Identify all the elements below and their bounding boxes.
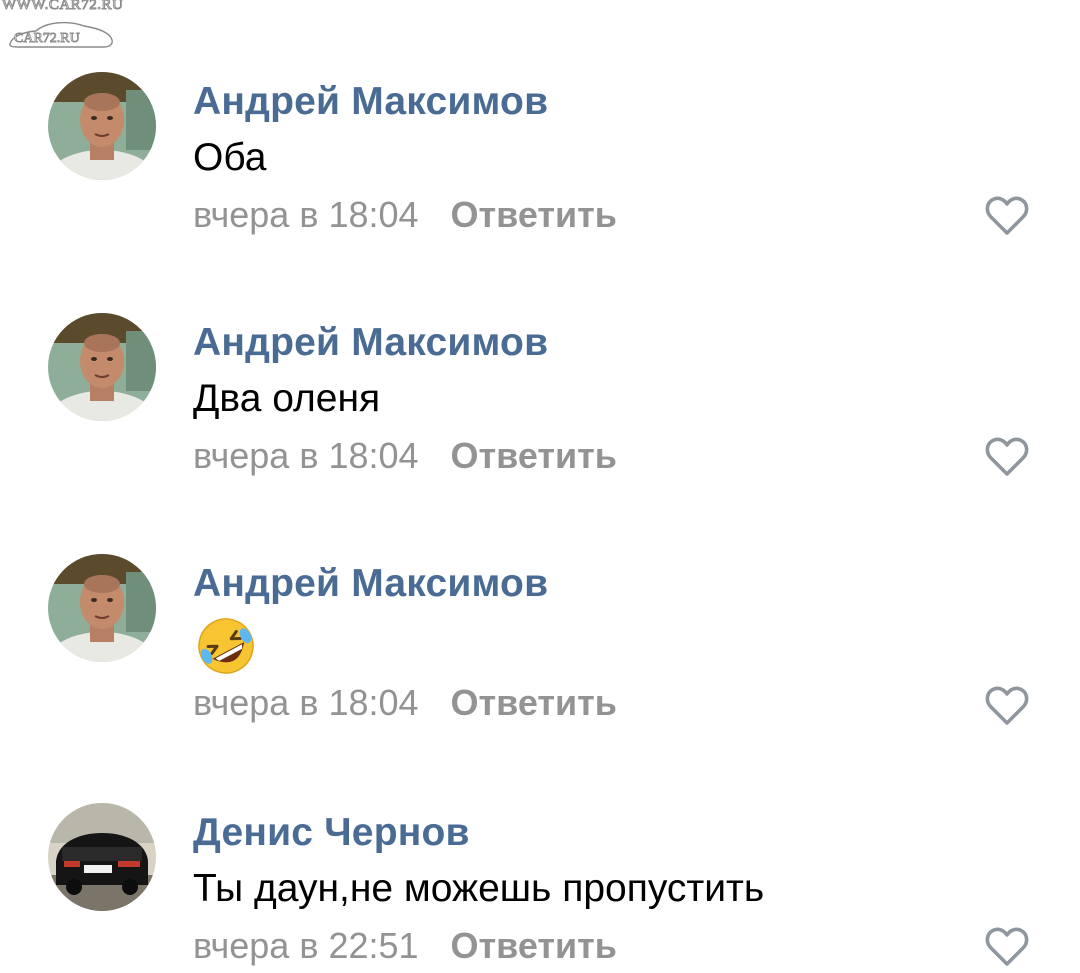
comment-text: Ты даун,не можешь пропустить bbox=[193, 867, 765, 910]
reply-button[interactable]: Ответить bbox=[451, 682, 617, 723]
heart-outline-icon[interactable] bbox=[985, 196, 1029, 236]
comment-meta: вчера в 22:51 Ответить bbox=[193, 925, 617, 967]
comment-author[interactable]: Денис Чернов bbox=[193, 811, 470, 855]
rolling-laughing-emoji-icon bbox=[198, 618, 254, 674]
heart-outline-icon[interactable] bbox=[985, 686, 1029, 726]
watermark: WWW.CAR72.RU CAR72.RU bbox=[0, 0, 130, 56]
comment-text: Два оленя bbox=[193, 377, 381, 420]
watermark-url: WWW.CAR72.RU bbox=[1, 0, 124, 14]
comment-author[interactable]: Андрей Максимов bbox=[193, 321, 548, 365]
avatar[interactable] bbox=[48, 72, 156, 180]
avatar[interactable] bbox=[48, 554, 156, 662]
comment-author[interactable]: Андрей Максимов bbox=[193, 80, 548, 124]
comment-time: вчера в 18:04 bbox=[193, 194, 419, 235]
heart-outline-icon[interactable] bbox=[985, 927, 1029, 967]
comment-time: вчера в 18:04 bbox=[193, 435, 419, 476]
avatar[interactable] bbox=[48, 803, 156, 911]
comment-time: вчера в 18:04 bbox=[193, 682, 419, 723]
comment-meta: вчера в 18:04 Ответить bbox=[193, 435, 617, 477]
comment-text: Оба bbox=[193, 136, 267, 179]
reply-button[interactable]: Ответить bbox=[451, 925, 617, 966]
comment-author[interactable]: Андрей Максимов bbox=[193, 562, 548, 606]
reply-button[interactable]: Ответить bbox=[451, 194, 617, 235]
comment-item: Андрей Максимов вчера в 18:04 Ответить bbox=[0, 554, 1080, 754]
watermark-logo-text: CAR72.RU bbox=[14, 31, 81, 47]
avatar[interactable] bbox=[48, 313, 156, 421]
comment-item: Андрей Максимов Два оленя вчера в 18:04 О… bbox=[0, 313, 1080, 513]
heart-outline-icon[interactable] bbox=[985, 437, 1029, 477]
comment-item: Денис Чернов Ты даун,не можешь пропустит… bbox=[0, 803, 1080, 973]
comment-meta: вчера в 18:04 Ответить bbox=[193, 194, 617, 236]
comment-item: Андрей Максимов Оба вчера в 18:04 Ответит… bbox=[0, 72, 1080, 272]
comment-time: вчера в 22:51 bbox=[193, 925, 419, 966]
comment-meta: вчера в 18:04 Ответить bbox=[193, 682, 617, 724]
reply-button[interactable]: Ответить bbox=[451, 435, 617, 476]
